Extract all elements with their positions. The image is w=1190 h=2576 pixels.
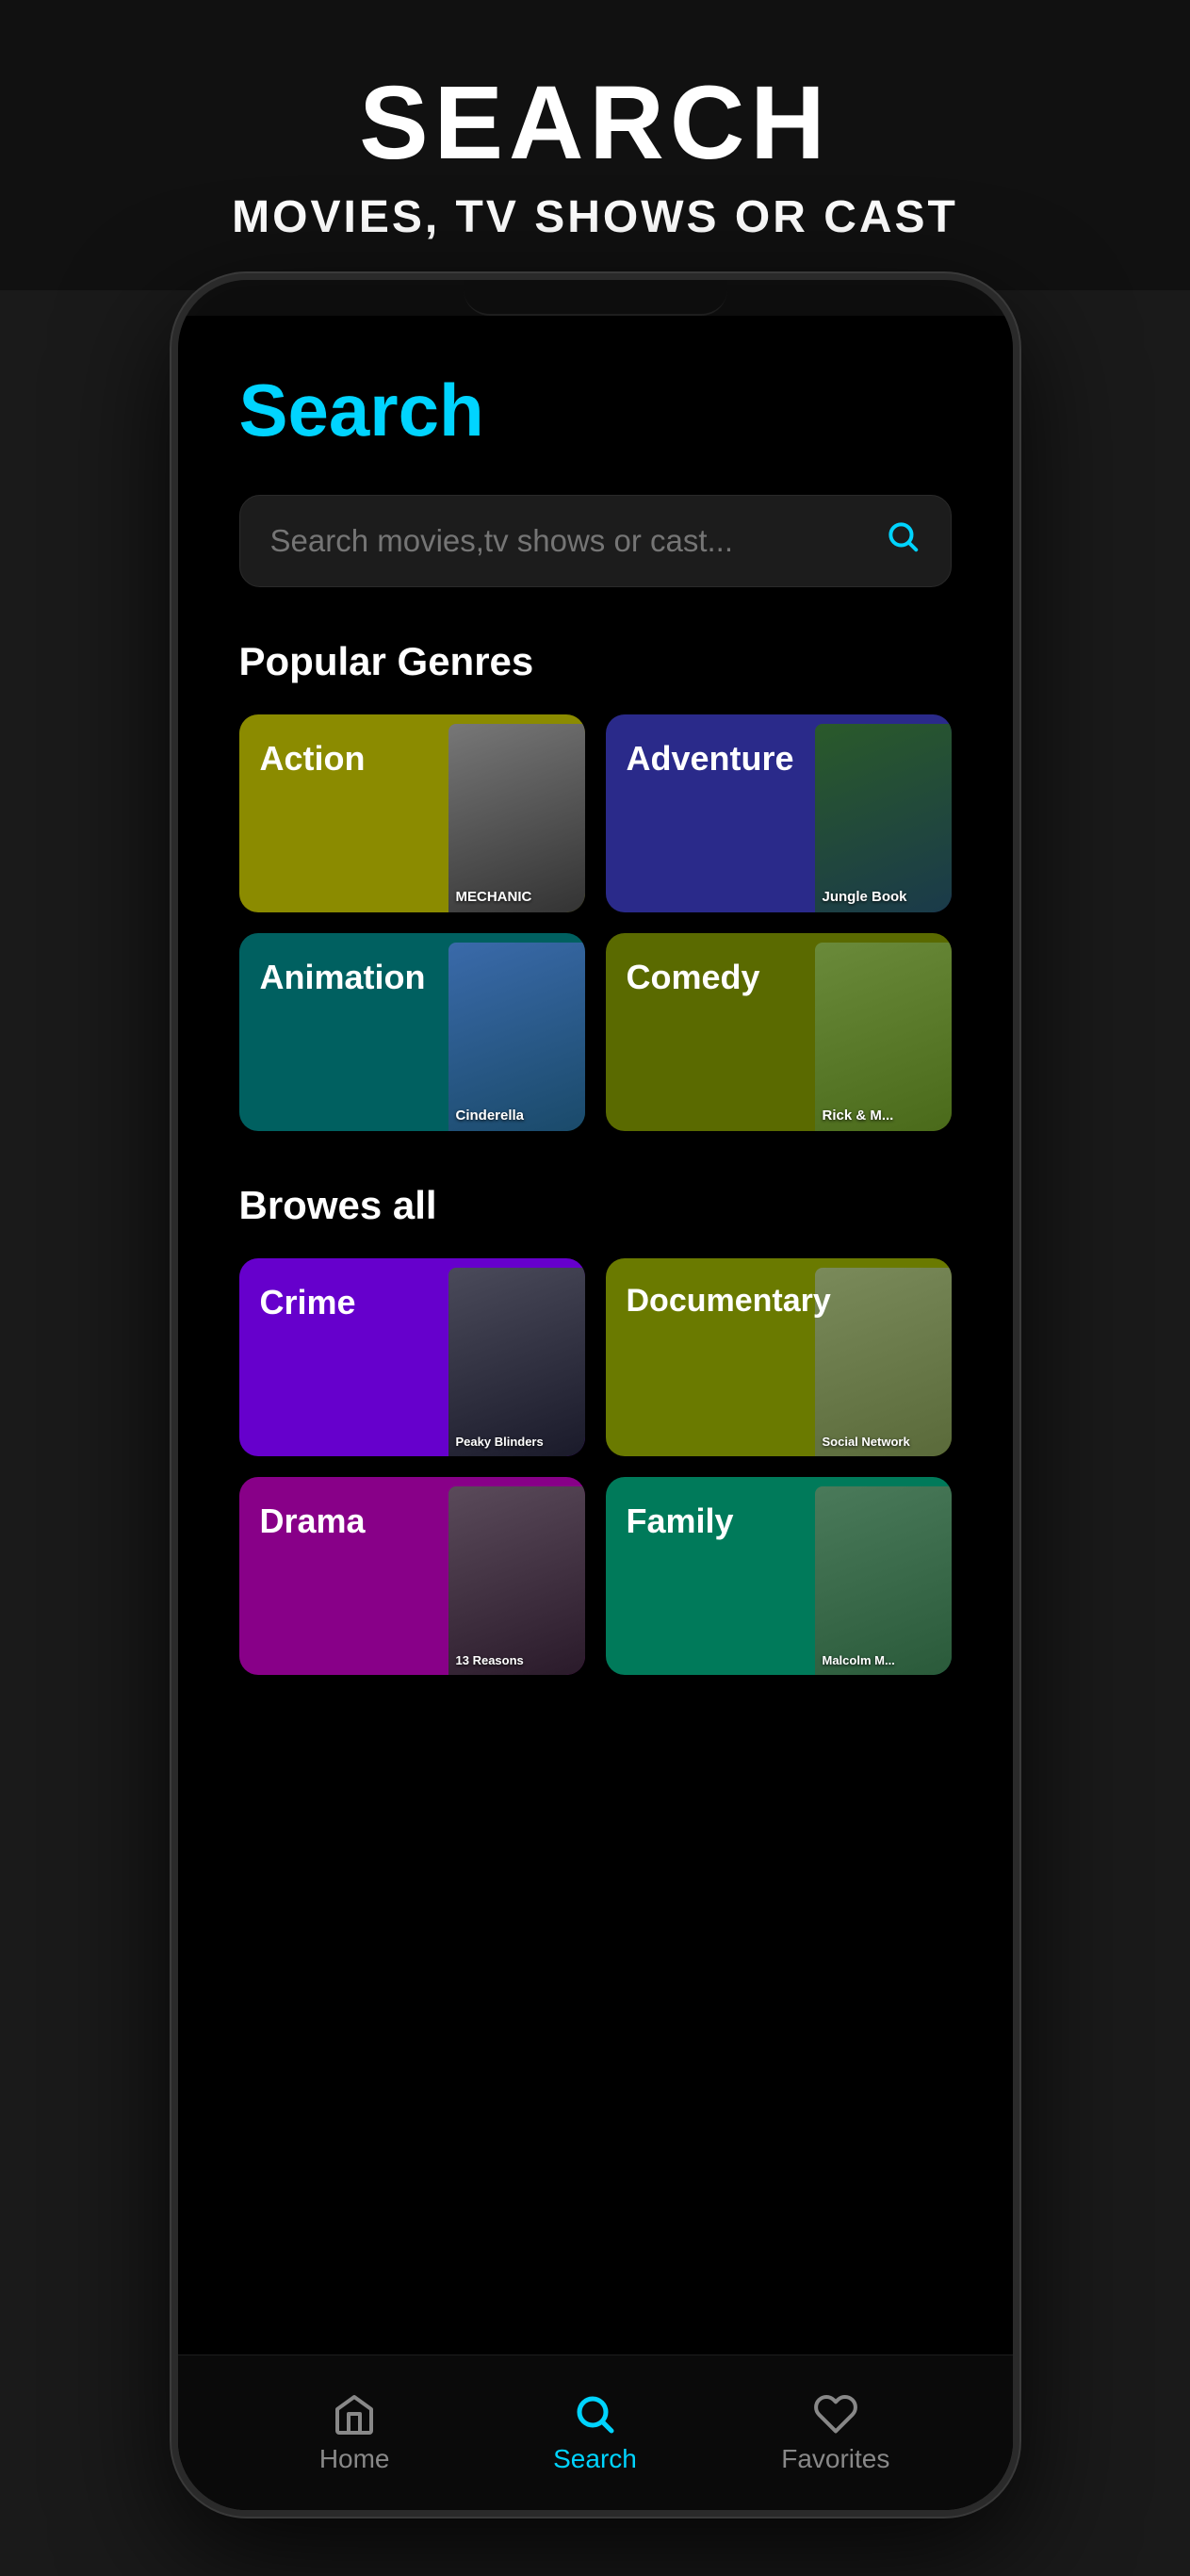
genre-card-animation[interactable]: Animation Cinderella [239, 933, 585, 1131]
nav-item-search[interactable]: Search [475, 2391, 715, 2474]
genre-card-drama[interactable]: Drama 13 Reasons [239, 1477, 585, 1675]
documentary-poster: Social Network [815, 1268, 952, 1456]
all-genres-grid: Crime Peaky Blinders Documentary Social … [239, 1258, 952, 1675]
banner-subtitle: MOVIES, TV SHOWS OR CAST [75, 191, 1115, 243]
favorites-icon [813, 2391, 858, 2437]
genre-label-animation: Animation [260, 958, 426, 996]
phone-frame: Search Popular Genres Action [171, 273, 1019, 2517]
genre-label-action: Action [260, 739, 366, 778]
home-icon [332, 2391, 377, 2437]
screen-scrollable[interactable]: Search Popular Genres Action [178, 316, 1013, 2354]
search-page-title: Search [239, 368, 952, 453]
animation-poster: Cinderella [448, 943, 585, 1131]
genre-label-drama: Drama [260, 1501, 366, 1540]
genre-card-comedy[interactable]: Comedy Rick & M... [606, 933, 952, 1131]
nav-item-favorites[interactable]: Favorites [715, 2391, 955, 2474]
genre-card-family[interactable]: Family Malcolm M... [606, 1477, 952, 1675]
action-poster: MECHANIC [448, 724, 585, 912]
bottom-nav: Home Search Favorites [178, 2354, 1013, 2510]
family-poster: Malcolm M... [815, 1486, 952, 1675]
nav-label-favorites: Favorites [781, 2444, 889, 2474]
browes-all-label: Browes all [239, 1183, 952, 1228]
search-input[interactable] [270, 523, 885, 559]
nav-label-home: Home [319, 2444, 390, 2474]
vol-down-btn [171, 648, 173, 718]
genre-card-action[interactable]: Action MECHANIC [239, 714, 585, 912]
genre-label-documentary: Documentary [627, 1283, 831, 1319]
banner-title: SEARCH [75, 66, 1115, 180]
genre-card-adventure[interactable]: Adventure Jungle Book [606, 714, 952, 912]
popular-genres-grid: Action MECHANIC Adventure Jungle Book An… [239, 714, 952, 1131]
genre-label-adventure: Adventure [627, 739, 794, 778]
genre-card-documentary[interactable]: Documentary Social Network [606, 1258, 952, 1456]
search-icon[interactable] [885, 518, 921, 564]
adventure-poster: Jungle Book [815, 724, 952, 912]
power-btn [1018, 591, 1019, 704]
search-nav-icon [572, 2391, 617, 2437]
genre-card-crime[interactable]: Crime Peaky Blinders [239, 1258, 585, 1456]
nav-item-home[interactable]: Home [235, 2391, 475, 2474]
phone-screen: Search Popular Genres Action [178, 316, 1013, 2510]
genre-label-crime: Crime [260, 1283, 356, 1321]
popular-genres-label: Popular Genres [239, 639, 952, 684]
search-bar[interactable] [239, 495, 952, 587]
genre-label-comedy: Comedy [627, 958, 760, 996]
top-banner: SEARCH MOVIES, TV SHOWS OR CAST [0, 0, 1190, 290]
comedy-poster: Rick & M... [815, 943, 952, 1131]
phone-notch [464, 280, 727, 316]
nav-label-search: Search [553, 2444, 637, 2474]
crime-poster: Peaky Blinders [448, 1268, 585, 1456]
drama-poster: 13 Reasons [448, 1486, 585, 1675]
genre-label-family: Family [627, 1501, 734, 1540]
vol-up-btn [171, 553, 173, 624]
